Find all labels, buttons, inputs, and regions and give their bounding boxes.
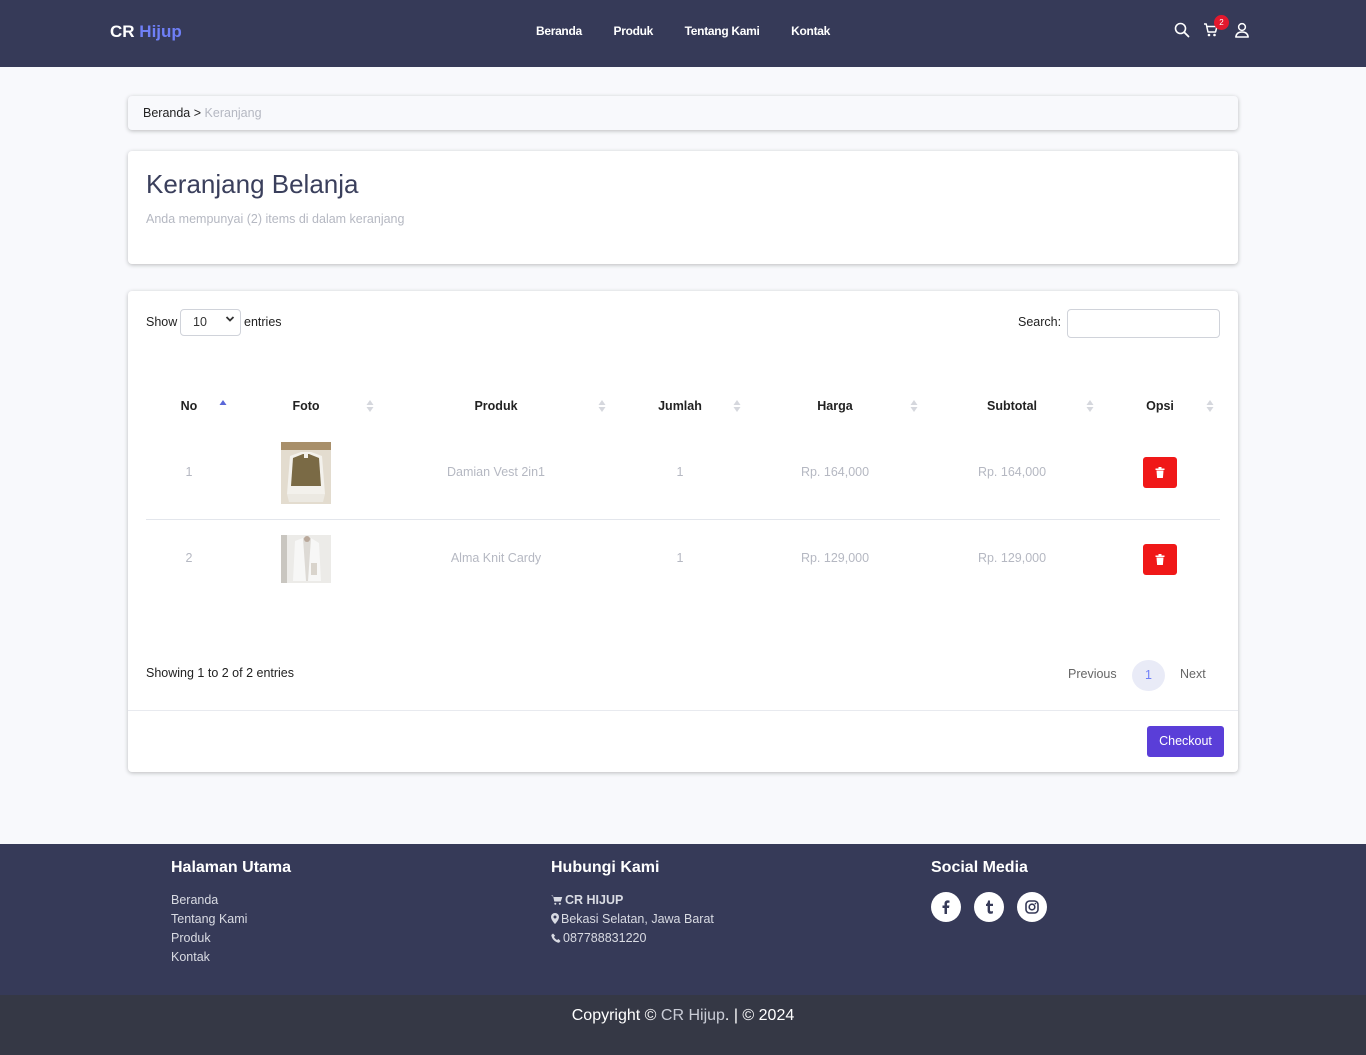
- cell-harga: Rp. 164,000: [800, 465, 870, 479]
- delete-item-button[interactable]: [1143, 457, 1177, 488]
- tumblr-icon: [986, 900, 993, 914]
- column-header-no[interactable]: No: [174, 399, 204, 413]
- navbar: CR Hijup Beranda Produk Tentang Kami Kon…: [0, 0, 1366, 67]
- facebook-link[interactable]: [931, 892, 961, 922]
- user-icon[interactable]: [1234, 22, 1252, 40]
- show-label: Show: [146, 315, 178, 329]
- nav-link-tentang-kami[interactable]: Tentang Kami: [685, 24, 760, 38]
- cell-jumlah: 1: [676, 551, 684, 565]
- column-header-jumlah[interactable]: Jumlah: [640, 399, 720, 413]
- delete-item-button[interactable]: [1143, 544, 1177, 575]
- footer-link-kontak[interactable]: Kontak: [171, 950, 210, 964]
- footer-heading-social: Social Media: [931, 859, 1028, 876]
- nav-links: Beranda Produk Tentang Kami Kontak: [0, 23, 1366, 38]
- copyright-prefix: Copyright ©: [571, 1007, 657, 1024]
- table-info: Showing 1 to 2 of 2 entries: [146, 666, 295, 680]
- sort-asc-icon[interactable]: [219, 398, 227, 414]
- footer-company-name: CR HIJUP: [565, 893, 624, 907]
- row-divider: [146, 519, 1220, 520]
- footer-phone: 087788831220: [551, 931, 646, 945]
- sort-icon[interactable]: [1206, 398, 1214, 414]
- cart-item-count-text: Anda mempunyai (2) items di dalam keranj…: [146, 212, 405, 226]
- entries-select-value: 10: [193, 315, 207, 329]
- cell-subtotal: Rp. 129,000: [977, 551, 1047, 565]
- sort-icon[interactable]: [366, 398, 374, 414]
- cell-no: 2: [185, 551, 193, 565]
- entries-select[interactable]: 10: [180, 309, 241, 336]
- nav-link-produk[interactable]: Produk: [614, 24, 654, 38]
- copyright-brand-link[interactable]: CR Hijup: [661, 1007, 725, 1024]
- card-footer-divider: [128, 710, 1238, 711]
- instagram-icon: [1025, 900, 1039, 914]
- cart-header-card: Keranjang Belanja Anda mempunyai (2) ite…: [128, 151, 1238, 264]
- nav-link-beranda[interactable]: Beranda: [536, 24, 582, 38]
- footer-heading-contact: Hubungi Kami: [551, 859, 660, 876]
- footer-link-produk[interactable]: Produk: [171, 931, 211, 945]
- cell-no: 1: [185, 465, 193, 479]
- footer-heading-main: Halaman Utama: [171, 859, 292, 876]
- pagination-previous[interactable]: Previous: [1068, 667, 1117, 681]
- product-photo: [281, 442, 331, 504]
- facebook-icon: [942, 900, 950, 914]
- column-header-opsi[interactable]: Opsi: [1130, 399, 1190, 413]
- search-label: Search:: [1018, 315, 1062, 329]
- column-header-produk[interactable]: Produk: [446, 399, 546, 413]
- product-photo: [281, 535, 331, 583]
- cell-harga: Rp. 129,000: [800, 551, 870, 565]
- map-marker-icon: [551, 913, 559, 924]
- sort-icon[interactable]: [733, 398, 741, 414]
- copyright-suffix: . | © 2024: [724, 1007, 795, 1024]
- column-header-foto[interactable]: Foto: [281, 399, 331, 413]
- search-icon[interactable]: [1174, 22, 1192, 40]
- entries-label: entries: [244, 315, 282, 329]
- phone-icon: [551, 933, 561, 943]
- breadcrumb-home[interactable]: Beranda: [143, 106, 190, 120]
- instagram-link[interactable]: [1017, 892, 1047, 922]
- breadcrumb-current: Keranjang: [204, 106, 262, 120]
- sort-icon[interactable]: [1086, 398, 1094, 414]
- checkout-button[interactable]: Checkout: [1147, 726, 1224, 757]
- cart-table-card: Show 10 entries Search: No Foto Produk J…: [128, 291, 1238, 772]
- cell-subtotal: Rp. 164,000: [977, 465, 1047, 479]
- footer-address-text: Bekasi Selatan, Jawa Barat: [561, 912, 714, 926]
- site-footer: Halaman Utama Beranda Tentang Kami Produ…: [0, 844, 1366, 995]
- chevron-down-icon: [225, 316, 235, 322]
- sort-icon[interactable]: [598, 398, 606, 414]
- footer-link-beranda[interactable]: Beranda: [171, 893, 218, 907]
- copyright-text: Copyright © CR Hijup. | © 2024: [0, 1007, 1366, 1025]
- cell-produk: Damian Vest 2in1: [447, 465, 545, 479]
- trash-icon: [1155, 554, 1165, 565]
- tumblr-link[interactable]: [974, 892, 1004, 922]
- column-header-subtotal[interactable]: Subtotal: [972, 399, 1052, 413]
- column-header-harga[interactable]: Harga: [795, 399, 875, 413]
- sort-icon[interactable]: [910, 398, 918, 414]
- footer-link-tentang-kami[interactable]: Tentang Kami: [171, 912, 247, 926]
- cell-jumlah: 1: [676, 465, 684, 479]
- footer-company: CR HIJUP: [551, 893, 623, 907]
- footer-phone-text: 087788831220: [563, 931, 647, 945]
- nav-link-kontak[interactable]: Kontak: [791, 24, 830, 38]
- pagination-next[interactable]: Next: [1180, 667, 1206, 681]
- breadcrumb-card: Beranda > Keranjang: [128, 96, 1238, 130]
- cell-produk: Alma Knit Cardy: [450, 551, 542, 565]
- copyright-bar: Copyright © CR Hijup. | © 2024: [0, 995, 1366, 1055]
- search-input[interactable]: [1067, 309, 1220, 338]
- page-title: Keranjang Belanja: [146, 169, 359, 199]
- cart-count-badge: 2: [1214, 15, 1229, 30]
- pagination-page[interactable]: 1: [1132, 660, 1165, 691]
- cart-icon: [551, 895, 563, 905]
- breadcrumb: Beranda > Keranjang: [143, 106, 262, 120]
- trash-icon: [1155, 467, 1165, 478]
- footer-address: Bekasi Selatan, Jawa Barat: [551, 912, 714, 926]
- breadcrumb-separator: >: [193, 106, 202, 120]
